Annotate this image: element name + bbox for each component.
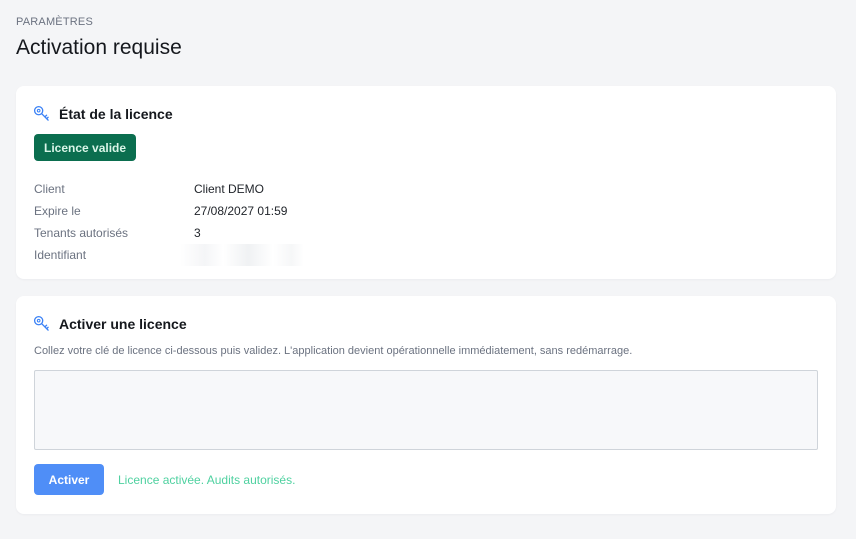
activate-license-title: Activer une licence: [59, 315, 187, 332]
settings-page: PARAMÈTRES Activation requise État de la…: [0, 0, 856, 539]
breadcrumb: PARAMÈTRES: [16, 16, 93, 28]
key-icon: [33, 105, 50, 122]
license-details: Client Client DEMO Expire le 27/08/2027 …: [34, 178, 304, 266]
redacted-identifier: [180, 244, 304, 266]
detail-value: 3: [194, 226, 201, 240]
detail-value: Client DEMO: [194, 182, 265, 196]
activate-button[interactable]: Activer: [34, 464, 104, 495]
detail-label: Expire le: [34, 204, 81, 218]
activate-license-header: Activer une licence: [33, 315, 187, 332]
detail-label: Tenants autorisés: [34, 226, 129, 240]
status-badge: Licence valide: [34, 134, 137, 161]
license-key-input[interactable]: [34, 370, 818, 450]
status-message: Licence activée. Audits autorisés.: [118, 473, 296, 487]
license-status-card: État de la licence Licence valide Client…: [16, 86, 836, 279]
activate-license-card: Activer une licence Collez votre clé de …: [16, 296, 836, 514]
detail-row-client: Client Client DEMO: [34, 178, 304, 200]
detail-label: Identifiant: [34, 248, 87, 262]
license-status-title: État de la licence: [59, 105, 173, 122]
detail-row-tenants: Tenants autorisés 3: [34, 222, 304, 244]
detail-row-identifier: Identifiant: [34, 244, 304, 266]
page-title: Activation requise: [16, 36, 182, 59]
detail-label: Client: [34, 182, 65, 196]
key-icon: [33, 315, 50, 332]
detail-value: 27/08/2027 01:59: [194, 204, 288, 218]
help-text: Collez votre clé de licence ci-dessous p…: [34, 345, 633, 357]
detail-row-expiry: Expire le 27/08/2027 01:59: [34, 200, 304, 222]
license-status-header: État de la licence: [33, 105, 173, 122]
